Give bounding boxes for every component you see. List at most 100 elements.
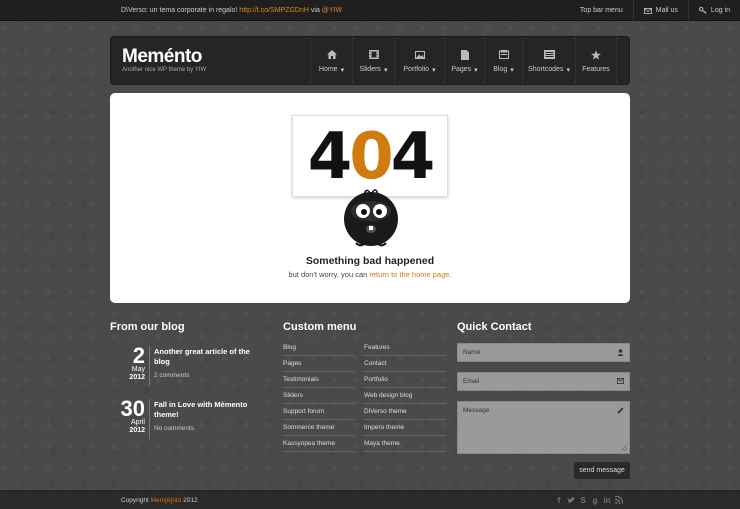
post-title-link[interactable]: Another great article of the blog bbox=[154, 347, 264, 367]
linkedin-icon[interactable]: in bbox=[603, 495, 611, 505]
post-day: 2 bbox=[132, 343, 145, 368]
nav-item-features[interactable]: Features bbox=[575, 37, 617, 86]
post-date: 2 May 2012 bbox=[112, 343, 145, 382]
menu-link[interactable]: Support forum bbox=[283, 404, 355, 420]
chevron-down-icon: ▾ bbox=[510, 66, 514, 74]
site-header: Meménto Another nice WP theme by YIW Hom… bbox=[110, 36, 630, 86]
nav-label-home: Home bbox=[318, 66, 338, 73]
nav-item-blog[interactable]: Blog ▾ bbox=[484, 37, 522, 86]
custom-menu-column-2: Features Contact Portfolio Web design bl… bbox=[364, 340, 446, 452]
message-placeholder: Message bbox=[463, 407, 490, 414]
email-field[interactable]: Email bbox=[457, 372, 630, 391]
nav-label-features: Features bbox=[582, 66, 610, 73]
copyright-year: 2012 bbox=[183, 497, 198, 504]
copyright-prefix: Copyright bbox=[121, 497, 149, 504]
film-icon bbox=[368, 50, 380, 60]
home-page-link[interactable]: return to the home page. bbox=[369, 270, 451, 279]
post-date: 30 April 2012 bbox=[112, 396, 145, 435]
resize-handle-icon[interactable] bbox=[621, 445, 627, 451]
error-digit-3: 4 bbox=[390, 120, 435, 194]
post-title-link[interactable]: Fall in Love with Mèmento theme! bbox=[154, 400, 264, 420]
monster-illustration bbox=[344, 189, 398, 247]
site-tagline: Another nice WP theme by YIW bbox=[122, 67, 207, 73]
logo-accent: é bbox=[163, 46, 175, 67]
menu-link[interactable]: Testimonials bbox=[283, 372, 355, 388]
name-placeholder: Name bbox=[463, 349, 481, 356]
contact-widget-title: Quick Contact bbox=[457, 321, 532, 333]
nav-item-home[interactable]: Home ▾ bbox=[310, 37, 352, 86]
nav-item-pages[interactable]: Pages ▾ bbox=[444, 37, 484, 86]
menu-link[interactable]: Portfolio bbox=[364, 372, 446, 388]
post-divider bbox=[149, 346, 150, 386]
skype-icon[interactable]: S bbox=[579, 495, 587, 505]
chevron-down-icon: ▾ bbox=[383, 66, 388, 74]
top-bar: D\Verso: un tema corporate in regalo! ht… bbox=[0, 0, 740, 21]
tweet-via: via bbox=[310, 7, 320, 14]
blog-widget-title: From our blog bbox=[110, 321, 185, 333]
post-month: May bbox=[131, 366, 145, 373]
key-icon bbox=[698, 7, 707, 14]
menu-link[interactable]: Pages bbox=[283, 356, 355, 372]
site-logo[interactable]: Meménto bbox=[122, 46, 202, 68]
post-divider bbox=[149, 399, 150, 439]
menu-link[interactable]: Web design blog bbox=[364, 388, 446, 404]
nav-label-sliders: Sliders bbox=[359, 66, 381, 73]
post-day: 30 bbox=[120, 396, 145, 421]
message-field[interactable]: Message bbox=[457, 401, 630, 454]
user-icon bbox=[617, 349, 624, 356]
menu-link[interactable]: Features bbox=[364, 340, 446, 356]
post-year: 2012 bbox=[129, 427, 145, 434]
nav-label-pages: Pages bbox=[451, 66, 472, 73]
image-icon bbox=[414, 50, 426, 60]
error-digit-1: 4 bbox=[307, 120, 352, 194]
chevron-down-icon: ▾ bbox=[474, 66, 478, 74]
custom-menu-column-1: Blog Pages Testimonials Sliders Support … bbox=[283, 340, 355, 452]
nav-item-shortcodes[interactable]: Shortcodes ▾ bbox=[522, 37, 575, 86]
twitter-icon[interactable] bbox=[567, 495, 575, 505]
menu-link[interactable]: Sliders bbox=[283, 388, 355, 404]
send-message-button[interactable]: send message bbox=[574, 462, 630, 479]
menu-link[interactable]: Sommerce theme bbox=[283, 420, 355, 436]
tweet-link[interactable]: http://t.co/SMPZGDnH bbox=[239, 7, 309, 14]
top-bar-links: Top bar menu Mail us Log in bbox=[570, 0, 740, 21]
blog-icon bbox=[498, 50, 510, 60]
chevron-down-icon: ▾ bbox=[432, 66, 436, 74]
top-bar-menu-label: Top bar menu bbox=[579, 7, 623, 14]
main-nav: Home ▾ Sliders ▾ Portfolio ▾ Pages ▾ Blog ▾ S… bbox=[310, 37, 617, 86]
google-icon[interactable]: g bbox=[591, 495, 599, 505]
shortcodes-icon bbox=[543, 50, 555, 60]
name-field[interactable]: Name bbox=[457, 343, 630, 362]
mail-us-label: Mail us bbox=[655, 7, 678, 14]
nav-item-sliders[interactable]: Sliders ▾ bbox=[352, 37, 394, 86]
social-links: f S g in bbox=[555, 495, 623, 505]
menu-widget-title: Custom menu bbox=[283, 321, 357, 333]
menu-link[interactable]: Blog bbox=[283, 340, 355, 356]
log-in-label: Log in bbox=[710, 7, 730, 14]
home-icon bbox=[326, 50, 338, 60]
post-comments-link[interactable]: No comments bbox=[154, 425, 264, 432]
facebook-icon[interactable]: f bbox=[555, 495, 563, 505]
tweet-user-link[interactable]: @YIW bbox=[322, 7, 342, 14]
post-comments-link[interactable]: 2 comments bbox=[154, 372, 264, 379]
top-bar-menu[interactable]: Top bar menu bbox=[570, 0, 633, 21]
copyright-brand[interactable]: Mem[é]nto bbox=[151, 497, 182, 504]
nav-label-portfolio: Portfolio bbox=[403, 66, 430, 73]
menu-link[interactable]: Impero theme bbox=[364, 420, 446, 436]
error-title: Something bad happened bbox=[305, 255, 435, 267]
site-footer: Copyright Mem[é]nto 2012 f S g in bbox=[0, 490, 740, 509]
nav-item-portfolio[interactable]: Portfolio ▾ bbox=[394, 37, 444, 86]
error-panel: 404 Something bad happened but don't wor… bbox=[110, 93, 630, 303]
tweet-text: D\Verso: un tema corporate in regalo! bbox=[121, 7, 238, 14]
menu-link[interactable]: Kassyopea theme bbox=[283, 436, 355, 452]
menu-link[interactable]: Maya theme bbox=[364, 436, 446, 452]
rss-icon[interactable] bbox=[615, 495, 623, 505]
log-in-link[interactable]: Log in bbox=[687, 0, 740, 21]
copyright: Copyright Mem[é]nto 2012 bbox=[121, 497, 198, 504]
page-icon bbox=[459, 49, 471, 60]
menu-link[interactable]: Contact bbox=[364, 356, 446, 372]
menu-link[interactable]: DiVerso theme bbox=[364, 404, 446, 420]
mail-icon bbox=[617, 378, 624, 384]
pencil-icon bbox=[617, 407, 624, 414]
mail-us-link[interactable]: Mail us bbox=[632, 0, 688, 21]
error-subtitle-text: but don't worry, you can bbox=[288, 270, 368, 279]
